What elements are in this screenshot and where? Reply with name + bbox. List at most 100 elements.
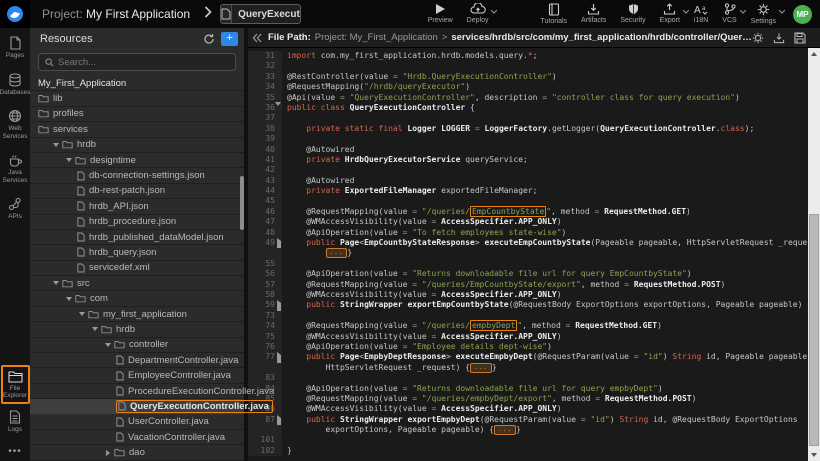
chevron-down-icon[interactable] [491, 10, 497, 16]
tree-item-label: controller [129, 339, 168, 350]
tree-item[interactable]: ProcedureExecutionController.java [30, 384, 244, 399]
tree-item-label: src [77, 278, 90, 289]
tree-item[interactable]: VacationController.java [30, 430, 244, 445]
settings-button[interactable]: Settings [744, 3, 783, 26]
sidebar-item-logs[interactable]: Logs [0, 410, 30, 434]
scroll-down-icon[interactable] [808, 449, 820, 461]
editor-scrollbar[interactable] [808, 48, 820, 461]
tree-item[interactable]: lib [30, 91, 244, 106]
code-editor[interactable]: 31import com.my_first_application.hrdb.m… [248, 48, 820, 461]
code-line: 56 @ApiOperation(value = "Returns downlo… [248, 269, 820, 279]
scrollbar-thumb[interactable] [809, 214, 819, 446]
download-file-icon[interactable] [773, 32, 785, 44]
folder-icon [8, 370, 23, 383]
chevron-down-icon[interactable] [64, 297, 73, 301]
fold-ellipsis-pill[interactable]: ... [494, 425, 516, 435]
vcs-button[interactable]: VCS [715, 3, 743, 25]
folder-icon [114, 448, 125, 457]
sidebar-item-pages[interactable]: Pages [0, 36, 30, 60]
tab-label: QueryExecutionCon... [232, 9, 301, 20]
artifacts-button[interactable]: Artifacts [574, 3, 613, 25]
file-icon [116, 417, 124, 427]
fold-ellipsis-pill[interactable]: ... [326, 248, 348, 258]
tree-item[interactable]: dao [30, 445, 244, 460]
tree-item[interactable]: hrdb_procedure.json [30, 215, 244, 230]
tree-item[interactable]: My_First_Application [30, 76, 244, 91]
sidebar-item-databases[interactable]: Databases [0, 73, 30, 97]
folder-icon [114, 340, 125, 349]
app-logo[interactable] [0, 0, 30, 28]
file-path-project: Project: My_First_Application [315, 32, 438, 43]
fold-ellipsis-pill[interactable]: ... [470, 363, 492, 373]
gear-icon[interactable] [752, 32, 764, 44]
tree-item-label: hrdb_published_dataModel.json [89, 232, 224, 243]
tree-item[interactable]: QueryExecutionController.java [30, 399, 244, 414]
tree-scrollbar[interactable] [240, 176, 244, 230]
code-line: HttpServletRequest _request) {...} [248, 363, 820, 373]
tree-item[interactable]: my_first_application [30, 307, 244, 322]
chevron-down-icon[interactable] [779, 10, 785, 16]
refresh-icon[interactable] [203, 33, 215, 45]
tree-item[interactable]: controller [30, 338, 244, 353]
highlighted-token: empbyDept [470, 320, 517, 331]
tree-item[interactable]: hrdb [30, 322, 244, 337]
tree-item[interactable]: EmployeeController.java [30, 368, 244, 383]
sidebar-item-java-services[interactable]: Java Services [0, 153, 30, 184]
tree-item[interactable]: com [30, 291, 244, 306]
security-button[interactable]: Security [613, 3, 652, 25]
code-line: 32 [248, 61, 820, 71]
chevron-down-icon[interactable] [51, 281, 60, 285]
chevron-down-icon[interactable] [51, 143, 60, 147]
selected-file-highlight: QueryExecutionController.java [116, 400, 273, 413]
project-title: Project: My First Application [42, 7, 190, 21]
code-line: 86 @WMAccessVisibility(value = AccessSpe… [248, 404, 820, 414]
code-line: ...} [248, 248, 820, 258]
chevron-right-icon[interactable] [103, 450, 112, 456]
preview-button[interactable]: Preview [421, 3, 460, 26]
tree-item[interactable]: DepartmentController.java [30, 353, 244, 368]
collapse-panel-icon[interactable] [252, 33, 262, 43]
tree-item[interactable]: profiles [30, 107, 244, 122]
folder-icon [75, 294, 86, 303]
tree-item[interactable]: UserController.java [30, 415, 244, 430]
chevron-down-icon[interactable] [64, 158, 73, 162]
sidebar-item-web-services[interactable]: Web Services [0, 109, 30, 140]
code-line: 47 @WMAccessVisibility(value = AccessSpe… [248, 217, 820, 227]
chevron-down-icon[interactable] [103, 343, 112, 347]
more-menu-button[interactable]: ••• [8, 446, 22, 457]
scroll-up-icon[interactable] [808, 48, 820, 60]
tree-item[interactable]: servicedef.xml [30, 261, 244, 276]
deploy-button[interactable]: Deploy [460, 3, 496, 26]
tree-item[interactable]: designtime [30, 153, 244, 168]
panel-title: Resources [40, 33, 93, 45]
tree-item[interactable]: src [30, 276, 244, 291]
i18n-button[interactable]: A a i18N [687, 3, 715, 25]
tree-item[interactable]: db-connection-settings.json [30, 168, 244, 183]
search-icon [45, 58, 54, 67]
resources-panel: Resources + Search... My_First_Applicati… [30, 28, 248, 461]
tutorials-button[interactable]: Tutorials [533, 3, 574, 26]
sidebar-item-file-explorer[interactable]: File Explorer [1, 365, 30, 404]
file-icon [77, 201, 85, 211]
tree-item[interactable]: services [30, 122, 244, 137]
tree-item[interactable]: hrdb_published_dataModel.json [30, 230, 244, 245]
chevron-down-icon[interactable] [77, 312, 86, 316]
chevron-down-icon[interactable] [90, 327, 99, 331]
tree-item[interactable]: hrdb [30, 138, 244, 153]
save-icon[interactable] [794, 32, 806, 44]
code-line: 37 [248, 113, 820, 123]
tree-item[interactable]: hrdb_query.json [30, 245, 244, 260]
sidebar-item-apis[interactable]: APIs [0, 197, 30, 221]
artifacts-download-icon [587, 3, 600, 15]
export-button[interactable]: Export [653, 3, 687, 25]
code-line: 55 [248, 259, 820, 269]
search-input[interactable]: Search... [38, 53, 236, 71]
open-file-tab[interactable]: QueryExecutionCon... [220, 4, 301, 24]
add-resource-button[interactable]: + [221, 32, 238, 46]
file-icon [221, 5, 232, 23]
tree-item[interactable]: hrdb_API.json [30, 199, 244, 214]
tree-item[interactable]: db-rest-patch.json [30, 184, 244, 199]
code-line: 73 [248, 311, 820, 321]
user-avatar[interactable]: MP [793, 5, 812, 24]
code-line: 42 [248, 165, 820, 175]
